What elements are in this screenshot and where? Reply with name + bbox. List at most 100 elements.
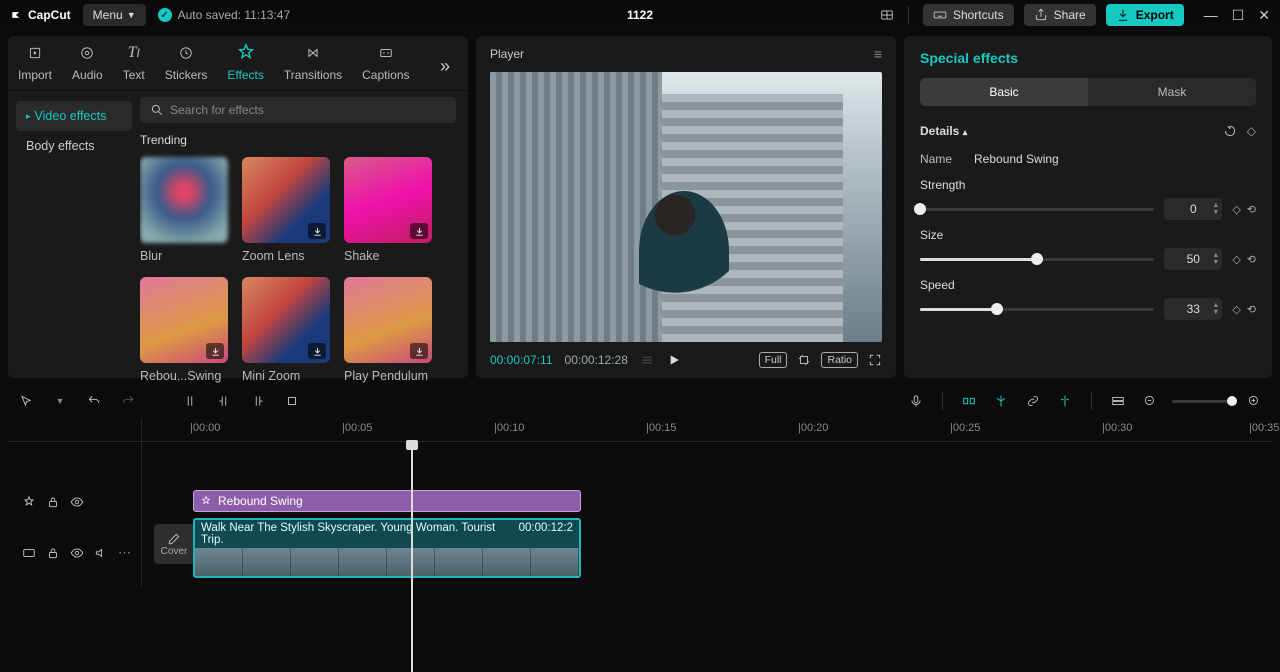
mic-button[interactable] — [906, 391, 926, 411]
effect-card-play-pendulum[interactable]: Play Pendulum — [344, 277, 432, 383]
track-more-icon[interactable]: ⋯ — [118, 545, 131, 561]
eye-icon[interactable] — [70, 495, 84, 509]
zoom-out-button[interactable] — [1140, 391, 1160, 411]
fx-track-head — [8, 484, 141, 520]
tab-stickers[interactable]: Stickers — [165, 42, 208, 90]
crop-icon[interactable] — [797, 353, 811, 367]
tab-audio[interactable]: Audio — [72, 42, 103, 90]
player-menu-icon[interactable]: ≡ — [874, 46, 882, 62]
param-speed-value[interactable]: 33▲▼ — [1164, 298, 1222, 320]
shortcuts-button[interactable]: Shortcuts — [923, 4, 1014, 26]
effect-card-rebound-swing[interactable]: Rebou...Swing — [140, 277, 228, 383]
close-button[interactable]: ✕ — [1258, 7, 1270, 24]
keyframe-icon[interactable]: ◇ — [1232, 253, 1240, 266]
eye-icon[interactable] — [70, 546, 84, 560]
effects-grid: Blur Zoom Lens Shake Rebou...Swing Mini … — [140, 157, 456, 383]
download-icon — [410, 223, 428, 239]
selection-dropdown[interactable]: ▼ — [50, 391, 70, 411]
reset-param-icon[interactable]: ⟲ — [1247, 203, 1256, 216]
search-placeholder: Search for effects — [170, 103, 264, 117]
maximize-button[interactable]: ☐ — [1232, 7, 1245, 24]
link-button[interactable] — [1023, 391, 1043, 411]
menu-button[interactable]: Menu▼ — [83, 4, 146, 26]
search-icon — [150, 103, 164, 117]
list-icon[interactable] — [640, 353, 654, 367]
fx-clip[interactable]: Rebound Swing — [193, 490, 581, 512]
fx-clip-label: Rebound Swing — [218, 494, 303, 508]
keyframe-nav-icon[interactable]: ◇ — [1247, 124, 1256, 138]
preview-axis-button[interactable] — [1055, 391, 1075, 411]
reset-param-icon[interactable]: ⟲ — [1247, 253, 1256, 266]
param-speed-slider[interactable] — [920, 308, 1154, 311]
timecode-current: 00:00:07:11 — [490, 353, 553, 367]
crop-button[interactable] — [282, 391, 302, 411]
timeline-ruler[interactable]: |00:00 |00:05 |00:10 |00:15 |00:20 |00:2… — [142, 418, 1272, 441]
playhead[interactable] — [411, 442, 413, 672]
lock-icon[interactable] — [46, 546, 60, 560]
search-effects-input[interactable]: Search for effects — [140, 97, 456, 123]
zoom-slider[interactable] — [1172, 400, 1232, 403]
effect-card-mini-zoom[interactable]: Mini Zoom — [242, 277, 330, 383]
section-trending: Trending — [140, 133, 456, 147]
lock-icon[interactable] — [46, 495, 60, 509]
full-button[interactable]: Full — [759, 352, 788, 368]
param-size-slider[interactable] — [920, 258, 1154, 261]
param-strength-slider[interactable] — [920, 208, 1154, 211]
media-tabs: Import Audio TIText Stickers Effects Tra… — [8, 36, 468, 91]
layout-icon[interactable] — [880, 8, 894, 22]
param-strength-label: Strength — [920, 178, 1256, 192]
ratio-button[interactable]: Ratio — [821, 352, 858, 368]
subnav-body-effects[interactable]: Body effects — [16, 131, 132, 161]
keyframe-icon[interactable]: ◇ — [1232, 203, 1240, 216]
tab-captions[interactable]: Captions — [362, 42, 409, 90]
tab-text[interactable]: TIText — [123, 42, 145, 90]
details-label: Details ▴ — [920, 124, 967, 138]
zoom-in-button[interactable] — [1244, 391, 1264, 411]
video-preview[interactable] — [490, 72, 882, 342]
play-button[interactable] — [666, 352, 682, 368]
track-toggle-button[interactable] — [1108, 391, 1128, 411]
reset-param-icon[interactable]: ⟲ — [1247, 303, 1256, 316]
video-track-head: ⋯ — [8, 520, 141, 586]
reset-icon[interactable] — [1223, 124, 1237, 138]
split-button[interactable] — [180, 391, 200, 411]
transitions-icon — [306, 46, 320, 60]
undo-button[interactable] — [84, 391, 104, 411]
param-strength-value[interactable]: 0▲▼ — [1164, 198, 1222, 220]
video-clip[interactable]: Walk Near The Stylish Skyscraper. Young … — [193, 518, 581, 578]
effects-subnav: ▸Video effects Body effects — [8, 91, 140, 383]
inspector-title: Special effects — [920, 50, 1256, 66]
share-button[interactable]: Share — [1024, 4, 1096, 26]
subnav-video-effects[interactable]: ▸Video effects — [16, 101, 132, 131]
effect-card-blur[interactable]: Blur — [140, 157, 228, 263]
param-size-value[interactable]: 50▲▼ — [1164, 248, 1222, 270]
effect-card-shake[interactable]: Shake — [344, 157, 432, 263]
player-panel: Player ≡ 00:00:07:11 00:00:12:28 Full Ra… — [476, 36, 896, 378]
name-value: Rebound Swing — [974, 152, 1059, 166]
split-right-button[interactable] — [248, 391, 268, 411]
segment-basic[interactable]: Basic — [920, 78, 1088, 106]
mute-icon[interactable] — [94, 546, 108, 560]
minimize-button[interactable]: — — [1204, 7, 1218, 24]
tab-transitions[interactable]: Transitions — [284, 42, 342, 90]
cover-button[interactable]: Cover — [154, 524, 194, 564]
tab-import[interactable]: Import — [18, 42, 52, 90]
effects-icon — [200, 495, 212, 507]
tabs-more-button[interactable]: » — [432, 48, 458, 85]
effect-card-zoom-lens[interactable]: Zoom Lens — [242, 157, 330, 263]
selection-tool[interactable] — [16, 391, 36, 411]
snap-button[interactable] — [991, 391, 1011, 411]
export-button[interactable]: Export — [1106, 4, 1184, 26]
magnet-button[interactable] — [959, 391, 979, 411]
segment-mask[interactable]: Mask — [1088, 78, 1256, 106]
keyframe-icon[interactable]: ◇ — [1232, 303, 1240, 316]
split-left-button[interactable] — [214, 391, 234, 411]
download-icon — [308, 343, 326, 359]
timeline-tracks[interactable]: Cover Rebound Swing Walk Near The Stylis… — [142, 442, 1272, 586]
share-icon — [1034, 8, 1048, 22]
fullscreen-icon[interactable] — [868, 353, 882, 367]
inspector-panel: Special effects Basic Mask Details ▴ ◇ N… — [904, 36, 1272, 378]
tab-effects[interactable]: Effects — [227, 42, 263, 90]
redo-button[interactable] — [118, 391, 138, 411]
autosave-status: ✓ Auto saved: 11:13:47 — [158, 8, 291, 22]
